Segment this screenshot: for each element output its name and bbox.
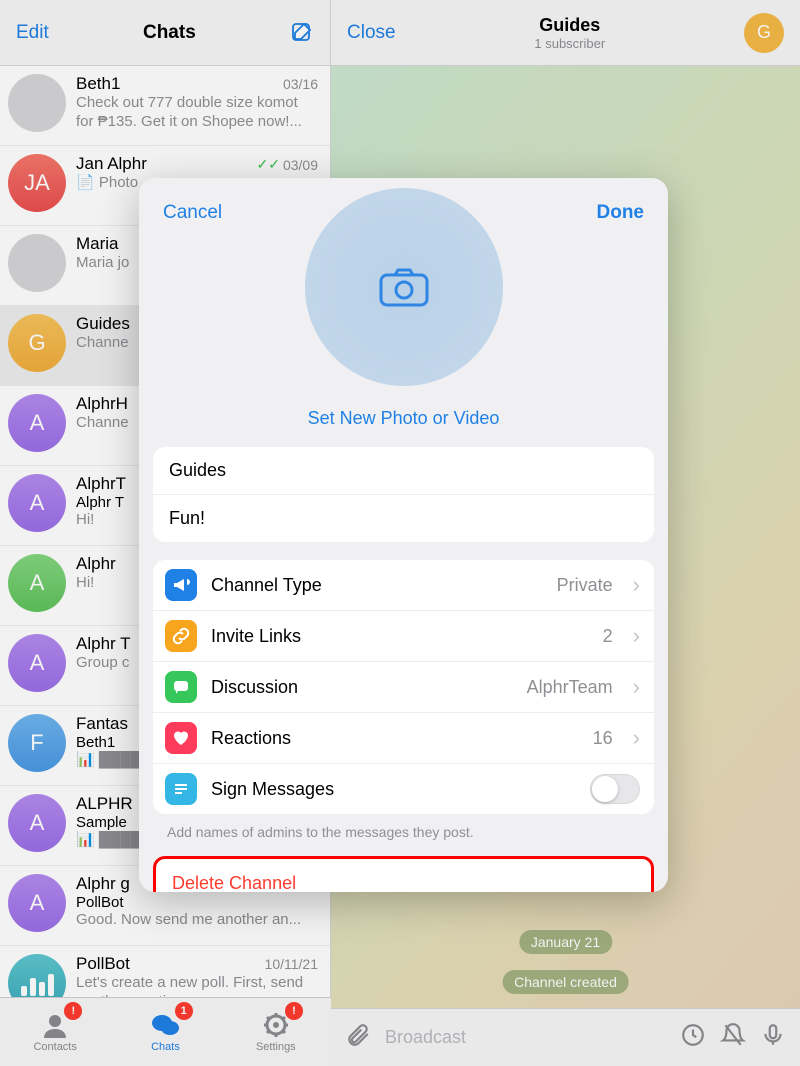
link-icon [165, 620, 197, 652]
channel-photo-placeholder[interactable] [305, 188, 503, 386]
setting-value: Private [557, 575, 613, 596]
done-button[interactable]: Done [597, 202, 645, 224]
setting-label: Sign Messages [211, 779, 576, 800]
delete-channel-button[interactable]: Delete Channel [156, 859, 651, 892]
sign-messages-toggle[interactable] [590, 774, 640, 804]
chevron-right-icon: › [633, 725, 640, 751]
reactions-row[interactable]: Reactions 16 › [153, 712, 654, 763]
channel-type-row[interactable]: Channel Type Private › [153, 560, 654, 610]
cancel-button[interactable]: Cancel [163, 202, 222, 224]
delete-channel-card: Delete Channel [153, 856, 654, 892]
setting-label: Discussion [211, 677, 513, 698]
signature-icon [165, 773, 197, 805]
setting-label: Reactions [211, 728, 579, 749]
chat-bubble-icon [165, 671, 197, 703]
chevron-right-icon: › [633, 572, 640, 598]
channel-name-field[interactable]: Guides [153, 447, 654, 495]
discussion-row[interactable]: Discussion AlphrTeam › [153, 661, 654, 712]
megaphone-icon [165, 569, 197, 601]
setting-label: Channel Type [211, 575, 543, 596]
name-desc-card: Guides Fun! [153, 447, 654, 542]
chevron-right-icon: › [633, 674, 640, 700]
setting-label: Invite Links [211, 626, 589, 647]
invite-links-row[interactable]: Invite Links 2 › [153, 610, 654, 661]
setting-value: AlphrTeam [527, 677, 613, 698]
settings-card: Channel Type Private › Invite Links 2 › … [153, 560, 654, 814]
edit-channel-modal: Cancel Done Set New Photo or Video Guide… [139, 178, 668, 892]
channel-desc-field[interactable]: Fun! [153, 495, 654, 542]
sign-messages-hint: Add names of admins to the messages they… [167, 824, 640, 840]
sign-messages-row[interactable]: Sign Messages [153, 763, 654, 814]
chevron-right-icon: › [633, 623, 640, 649]
set-photo-button[interactable]: Set New Photo or Video [139, 408, 668, 429]
setting-value: 2 [603, 626, 613, 647]
camera-icon [379, 267, 429, 307]
heart-icon [165, 722, 197, 754]
setting-value: 16 [593, 728, 613, 749]
